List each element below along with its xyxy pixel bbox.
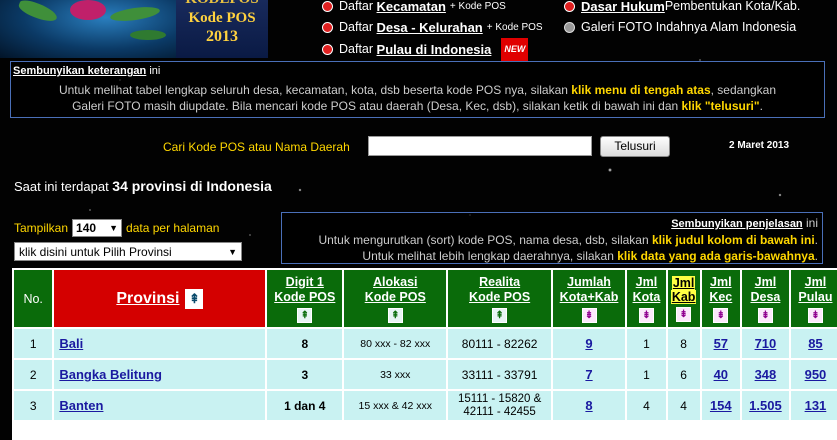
telusuri-button[interactable]: Telusuri [600, 136, 670, 157]
desa-link[interactable]: 710 [755, 336, 777, 351]
kec-link[interactable]: 40 [714, 367, 728, 382]
jumlah-link[interactable]: 7 [585, 367, 592, 382]
dropdown-arrow-icon: ▼ [109, 223, 119, 233]
explain-box: Sembunyikan penjelasan ini Untuk menguru… [281, 212, 823, 264]
sort-up-icon[interactable]: ⇞ [387, 307, 403, 323]
pulau-count-link[interactable]: 85 [808, 336, 822, 351]
pulau-count-link[interactable]: 131 [805, 398, 827, 413]
menu-item-dasar-hukum: Dasar Hukum Pembentukan Kota/Kab. [564, 0, 800, 17]
table-row: 2 Bangka Belitung 3 33 xxx 33111 - 33791… [14, 360, 837, 389]
galeri-foto-link[interactable]: Galeri FOTO Indahnya Alam Indonesia [581, 17, 796, 38]
sort-down-icon[interactable]: ⇟ [713, 307, 729, 323]
kode-pos-logo[interactable]: KODEPOS Kode POS 2013 [176, 0, 268, 58]
col-header-jumlah[interactable]: Jumlah Kota+Kab ⇟ [552, 270, 626, 327]
menu-item-galeri[interactable]: Galeri FOTO Indahnya Alam Indonesia [564, 17, 800, 38]
table-header-row: No. Provinsi ⇞ Digit 1 Kode POS ⇞ Alokasi… [14, 270, 837, 327]
col-header-provinsi[interactable]: Provinsi ⇞ [54, 270, 266, 327]
hide-explain-link[interactable]: Sembunyikan penjelasan [671, 218, 802, 230]
province-select[interactable]: klik disini untuk Pilih Provinsi ▼ [14, 242, 242, 261]
province-link[interactable]: Bangka Belitung [59, 367, 162, 382]
kec-link[interactable]: 154 [710, 398, 732, 413]
search-label: Cari Kode POS atau Nama Daerah [163, 140, 350, 154]
search-input[interactable] [368, 136, 592, 156]
col-header-jml-desa[interactable]: Jml Desa ⇟ [741, 270, 789, 327]
info-text: Untuk melihat tabel lengkap seluruh desa… [58, 83, 777, 113]
dropdown-arrow-icon: ▼ [228, 246, 237, 257]
per-page-select[interactable]: 140 ▼ [72, 219, 123, 237]
top-menu-left: Daftar Kecamatan + Kode POS Daftar Desa … [322, 0, 543, 61]
info-box: Sembunyikan keterangan ini Untuk melihat… [10, 61, 825, 118]
hide-info-link[interactable]: Sembunyikan keterangan [13, 65, 146, 77]
menu-item-kecamatan: Daftar Kecamatan + Kode POS [322, 0, 543, 17]
red-bullet-icon [322, 44, 333, 55]
jumlah-link[interactable]: 9 [585, 336, 592, 351]
sort-up-icon[interactable]: ⇞ [185, 288, 204, 309]
sort-down-icon[interactable]: ⇟ [581, 307, 597, 323]
sort-up-icon[interactable]: ⇞ [297, 307, 313, 323]
sort-down-icon[interactable]: ⇟ [807, 307, 823, 323]
kec-link[interactable]: 57 [714, 336, 728, 351]
indonesia-map-logo[interactable] [0, 0, 176, 58]
col-header-realita[interactable]: Realita Kode POS ⇞ [448, 270, 551, 327]
dasar-hukum-link[interactable]: Dasar Hukum [581, 0, 665, 17]
info-toggle: Sembunyikan keterangan ini [13, 65, 161, 77]
pulau-link[interactable]: Pulau di Indonesia [377, 39, 492, 60]
province-table: No. Provinsi ⇞ Digit 1 Kode POS ⇞ Alokasi… [12, 268, 837, 422]
pulau-count-link[interactable]: 950 [805, 367, 827, 382]
logo-year: 2013 [206, 28, 238, 45]
table-row: 3 Banten 1 dan 4 15 xxx & 42 xxx 15111 -… [14, 391, 837, 420]
province-link[interactable]: Bali [59, 336, 83, 351]
sort-down-icon[interactable]: ⇟ [757, 307, 773, 323]
sort-up-icon[interactable]: ⇞ [492, 307, 508, 323]
province-table-wrapper: No. Provinsi ⇞ Digit 1 Kode POS ⇞ Alokasi… [12, 268, 837, 440]
top-menu-right: Dasar Hukum Pembentukan Kota/Kab. Galeri… [564, 0, 800, 38]
table-row: 1 Bali 8 80 xxx - 82 xxx 80111 - 82262 9… [14, 329, 837, 358]
desa-kelurahan-link[interactable]: Desa - Kelurahan [377, 17, 483, 38]
logo-top-text: KODEPOS [176, 0, 268, 8]
grey-bullet-icon [564, 22, 575, 33]
jumlah-link[interactable]: 8 [585, 398, 592, 413]
province-link[interactable]: Banten [59, 398, 103, 413]
col-header-jml-kota[interactable]: Jml Kota ⇟ [627, 270, 666, 327]
red-bullet-icon [322, 22, 333, 33]
menu-item-pulau: Daftar Pulau di Indonesia NEW [322, 38, 543, 61]
desa-link[interactable]: 348 [755, 367, 777, 382]
per-page-control: Tampilkan 140 ▼ data per halaman [14, 219, 220, 237]
menu-item-desa: Daftar Desa - Kelurahan + Kode POS [322, 17, 543, 38]
col-header-no: No. [14, 270, 53, 327]
kecamatan-link[interactable]: Kecamatan [377, 0, 446, 17]
sort-down-icon[interactable]: ⇟ [638, 307, 654, 323]
col-header-digit1[interactable]: Digit 1 Kode POS ⇞ [267, 270, 343, 327]
new-badge: NEW [501, 38, 529, 61]
sort-down-icon[interactable]: ⇟ [676, 306, 692, 322]
logo-title: Kode POS [188, 10, 256, 26]
col-header-jml-pulau[interactable]: Jml Pulau ⇟ [790, 270, 837, 327]
col-header-alokasi[interactable]: Alokasi Kode POS ⇞ [344, 270, 447, 327]
col-header-jml-kec[interactable]: Jml Kec ⇟ [701, 270, 740, 327]
col-header-jml-kab[interactable]: Jml Kab ⇟ [667, 270, 700, 327]
desa-link[interactable]: 1.505 [749, 398, 782, 413]
red-bullet-icon [564, 1, 575, 12]
date-text: 2 Maret 2013 [729, 140, 790, 151]
province-count: Saat ini terdapat 34 provinsi di Indones… [14, 178, 272, 194]
red-bullet-icon [322, 1, 333, 12]
